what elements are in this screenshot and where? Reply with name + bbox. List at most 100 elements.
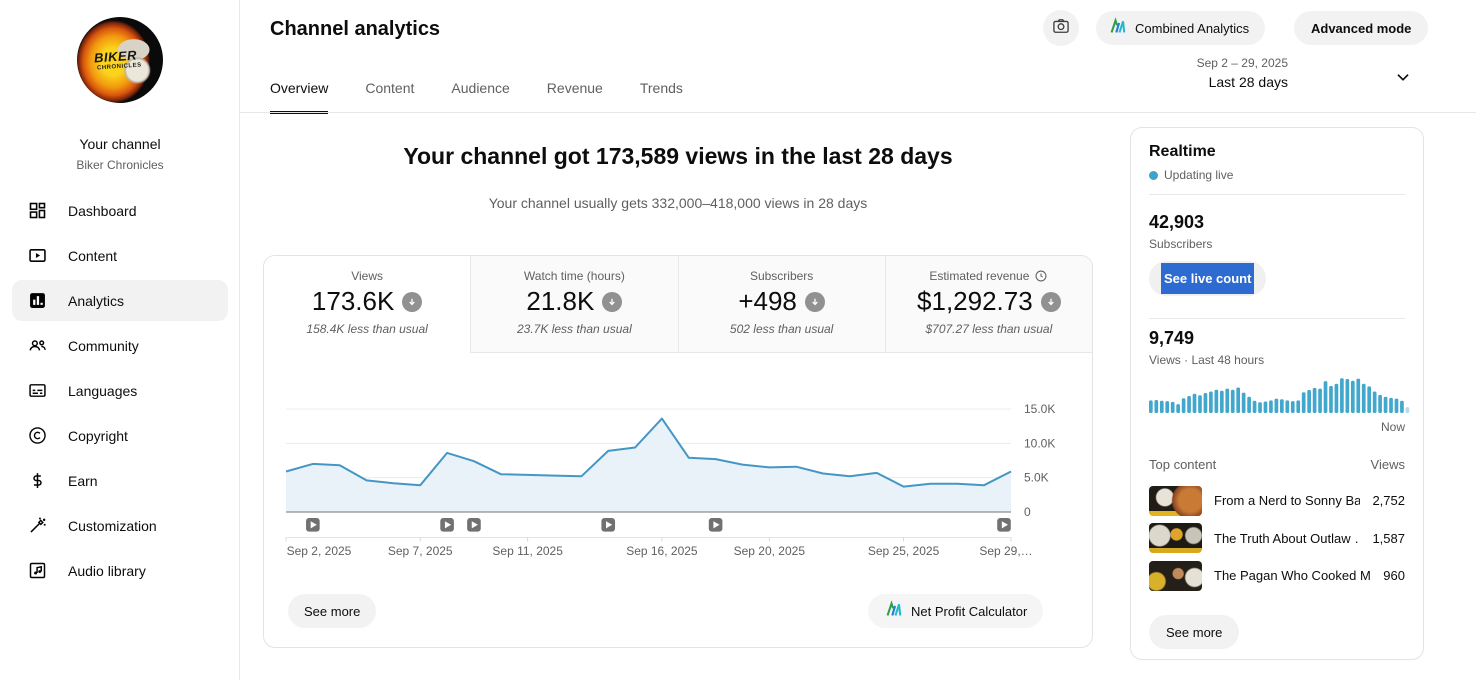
tab-revenue[interactable]: Revenue bbox=[547, 80, 603, 114]
trend-down-icon bbox=[402, 292, 422, 312]
video-title: The Pagan Who Cooked M… bbox=[1214, 568, 1371, 583]
sidebar-item-dashboard[interactable]: Dashboard bbox=[0, 188, 240, 233]
svg-text:5.0K: 5.0K bbox=[1024, 471, 1049, 485]
sidebar-item-label: Earn bbox=[68, 473, 98, 489]
video-views: 2,752 bbox=[1372, 493, 1405, 508]
earn-icon bbox=[27, 470, 48, 491]
svg-text:0: 0 bbox=[1024, 505, 1031, 519]
combined-analytics-label: Combined Analytics bbox=[1135, 21, 1249, 36]
nexlev-logo-icon bbox=[1108, 17, 1127, 39]
views-column-label: Views bbox=[1371, 457, 1405, 472]
date-range-picker[interactable]: Sep 2 – 29, 2025 Last 28 days bbox=[1197, 56, 1288, 90]
analytics-icon bbox=[27, 290, 48, 311]
tab-trends[interactable]: Trends bbox=[640, 80, 683, 114]
tab-overview[interactable]: Overview bbox=[270, 80, 328, 114]
sidebar-menu: Dashboard Content Analytics Community Langua… bbox=[0, 188, 240, 593]
sidebar-item-label: Analytics bbox=[68, 293, 124, 309]
metric-delta: 158.4K less than usual bbox=[264, 322, 470, 336]
realtime-panel: Realtime Updating live 42,903 Subscriber… bbox=[1130, 127, 1424, 660]
sidebar-item-audio-library[interactable]: Audio library bbox=[0, 548, 240, 593]
see-more-button[interactable]: See more bbox=[288, 594, 376, 628]
trend-down-icon bbox=[805, 292, 825, 312]
svg-text:Sep 20, 2025: Sep 20, 2025 bbox=[734, 544, 806, 558]
metric-delta: 502 less than usual bbox=[679, 322, 885, 336]
channel-avatar[interactable]: BIKER CHRONICLES bbox=[77, 17, 163, 103]
advanced-mode-label: Advanced mode bbox=[1311, 21, 1411, 36]
audio-library-icon bbox=[27, 560, 48, 581]
video-thumbnail bbox=[1149, 523, 1202, 553]
svg-text:Sep 16, 2025: Sep 16, 2025 bbox=[626, 544, 698, 558]
customization-icon bbox=[27, 515, 48, 536]
metric-card-views[interactable]: Views173.6K158.4K less than usual bbox=[264, 256, 471, 353]
sidebar-item-customization[interactable]: Customization bbox=[0, 503, 240, 548]
sidebar-item-languages[interactable]: Languages bbox=[0, 368, 240, 413]
overview-chart-card: Views173.6K158.4K less than usualWatch t… bbox=[263, 255, 1093, 648]
camera-icon bbox=[1051, 16, 1071, 41]
metric-card-subscribers[interactable]: Subscribers+498502 less than usual bbox=[679, 256, 886, 353]
updating-live-status: Updating live bbox=[1149, 168, 1233, 182]
advanced-mode-button[interactable]: Advanced mode bbox=[1294, 11, 1428, 45]
divider bbox=[1149, 318, 1405, 319]
top-content-list: From a Nerd to Sonny Ba…2,752The Truth A… bbox=[1149, 482, 1405, 595]
metric-delta: 23.7K less than usual bbox=[471, 322, 677, 336]
metric-value: 21.8K bbox=[471, 286, 677, 317]
overview-subheadline: Your channel usually gets 332,000–418,00… bbox=[263, 195, 1093, 211]
top-content-header: Top content Views bbox=[1149, 457, 1405, 472]
video-title: The Truth About Outlaw … bbox=[1214, 531, 1360, 546]
sidebar-item-label: Community bbox=[68, 338, 139, 354]
realtime-views-bar-chart[interactable] bbox=[1149, 376, 1411, 413]
metric-value: +498 bbox=[679, 286, 885, 317]
sidebar-item-label: Copyright bbox=[68, 428, 128, 444]
tab-content[interactable]: Content bbox=[365, 80, 414, 114]
svg-text:10.0K: 10.0K bbox=[1024, 436, 1055, 450]
content-icon bbox=[27, 245, 48, 266]
combined-analytics-button[interactable]: Combined Analytics bbox=[1096, 11, 1265, 45]
top-content-row[interactable]: The Truth About Outlaw … 1,587 bbox=[1149, 520, 1405, 558]
metric-label: Views bbox=[264, 269, 470, 283]
metric-strip: Views173.6K158.4K less than usualWatch t… bbox=[264, 256, 1092, 353]
sidebar-item-community[interactable]: Community bbox=[0, 323, 240, 368]
live-dot-icon bbox=[1149, 171, 1158, 180]
top-content-row[interactable]: From a Nerd to Sonny Ba…2,752 bbox=[1149, 482, 1405, 520]
metric-card-watch-time-hours-[interactable]: Watch time (hours) 21.8K 23.7K less than u… bbox=[471, 256, 678, 353]
video-thumbnail bbox=[1149, 561, 1202, 591]
sidebar-item-content[interactable]: Content bbox=[0, 233, 240, 278]
net-profit-calculator-button[interactable]: Net Profit Calculator bbox=[868, 594, 1043, 628]
tab-audience[interactable]: Audience bbox=[451, 80, 509, 114]
clock-icon bbox=[1034, 269, 1048, 283]
channel-name: Biker Chronicles bbox=[0, 158, 240, 172]
svg-text:Sep 2, 2025: Sep 2, 2025 bbox=[287, 544, 352, 558]
page-title: Channel analytics bbox=[270, 18, 440, 41]
svg-text:15.0K: 15.0K bbox=[1024, 402, 1055, 416]
realtime-see-more-label: See more bbox=[1166, 625, 1222, 640]
top-content-row[interactable]: The Pagan Who Cooked M…960 bbox=[1149, 557, 1405, 595]
metric-card-estimated-revenue[interactable]: Estimated revenue$1,292.73$707.27 less t… bbox=[886, 256, 1092, 353]
svg-text:Sep 7, 2025: Sep 7, 2025 bbox=[388, 544, 453, 558]
top-content-label: Top content bbox=[1149, 457, 1216, 472]
see-live-count-button[interactable]: See live count bbox=[1149, 261, 1266, 296]
trend-down-icon bbox=[1041, 292, 1061, 312]
trend-down-icon bbox=[602, 292, 622, 312]
sidebar-item-label: Content bbox=[68, 248, 117, 264]
date-picker-chevron[interactable] bbox=[1392, 66, 1416, 90]
dashboard-icon bbox=[27, 200, 48, 221]
metric-label: Estimated revenue bbox=[886, 269, 1092, 283]
metric-label: Watch time (hours) bbox=[471, 269, 677, 283]
sidebar-item-label: Dashboard bbox=[68, 203, 137, 219]
sidebar-item-label: Languages bbox=[68, 383, 137, 399]
video-views: 1,587 bbox=[1372, 531, 1405, 546]
realtime-see-more-button[interactable]: See more bbox=[1149, 615, 1239, 649]
screenshot-camera-button[interactable] bbox=[1043, 10, 1079, 46]
chevron-down-icon bbox=[1392, 75, 1414, 92]
date-preset-text: Last 28 days bbox=[1197, 74, 1288, 90]
realtime-views-label: Views · Last 48 hours bbox=[1149, 353, 1264, 367]
sidebar-item-analytics[interactable]: Analytics bbox=[0, 278, 240, 323]
languages-icon bbox=[27, 380, 48, 401]
sidebar-item-earn[interactable]: Earn bbox=[0, 458, 240, 503]
sidebar-item-label: Customization bbox=[68, 518, 157, 534]
realtime-subscribers-label: Subscribers bbox=[1149, 237, 1212, 251]
now-label: Now bbox=[1381, 420, 1405, 434]
svg-text:Sep 25, 2025: Sep 25, 2025 bbox=[868, 544, 940, 558]
sidebar-item-copyright[interactable]: Copyright bbox=[0, 413, 240, 458]
views-line-chart[interactable]: 0 5.0K 10.0K 15.0K Sep 2, 2025 Sep 7, 2025 Sep… bbox=[264, 396, 1093, 566]
